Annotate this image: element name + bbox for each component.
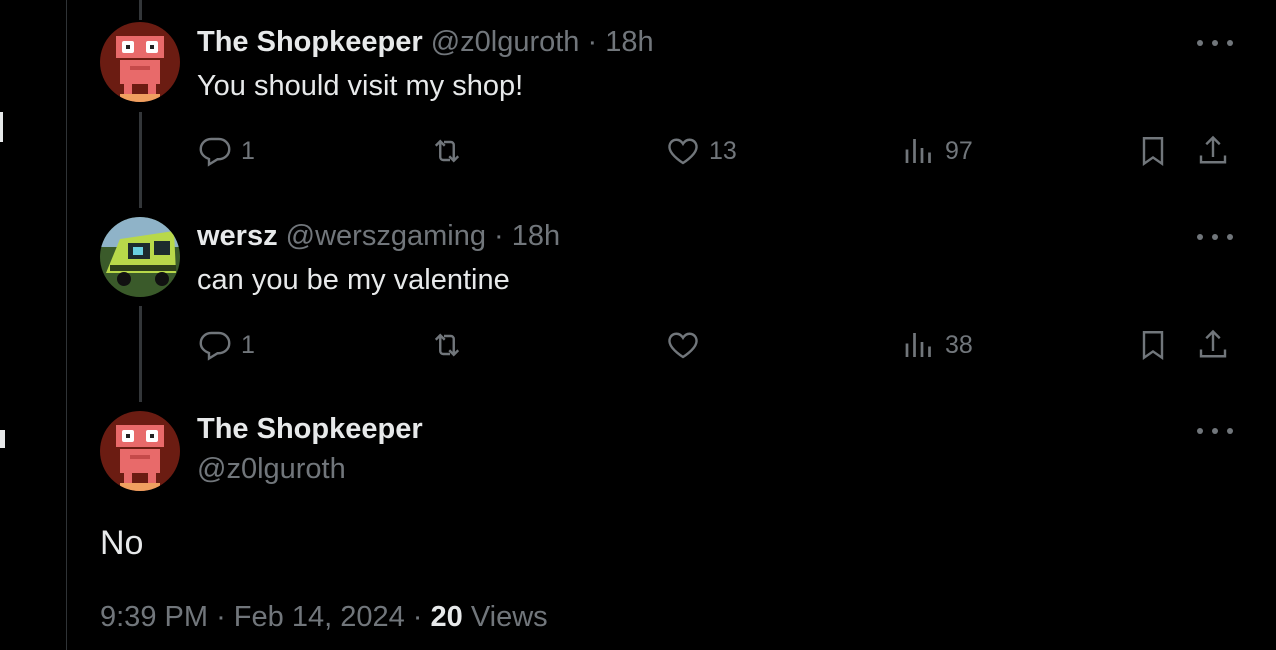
- display-name[interactable]: wersz: [197, 220, 278, 252]
- reply-button[interactable]: 1: [197, 327, 255, 363]
- like-button[interactable]: 13: [665, 133, 737, 169]
- timestamp[interactable]: 18h: [605, 26, 653, 58]
- views-count: 97: [945, 136, 973, 165]
- views-count: 38: [945, 330, 973, 359]
- robot-avatar-icon: [100, 22, 180, 102]
- more-icon[interactable]: [1197, 421, 1233, 441]
- reply-icon: [199, 331, 231, 361]
- separator: ·: [494, 220, 504, 252]
- thread-line: [139, 306, 142, 402]
- display-name[interactable]: The Shopkeeper: [197, 26, 423, 58]
- reply-count: 1: [241, 330, 255, 359]
- left-sidebar-edge: [0, 0, 66, 650]
- display-name[interactable]: The Shopkeeper: [197, 413, 423, 446]
- robot-avatar-icon: [100, 411, 180, 491]
- views-count: 20: [430, 601, 463, 633]
- tweet-text: You should visit my shop!: [197, 70, 524, 102]
- tweet-text: No: [100, 524, 144, 562]
- handle[interactable]: @z0lguroth: [431, 26, 580, 58]
- handle[interactable]: @z0lguroth: [197, 453, 346, 486]
- tweet-header: The Shopkeeper @z0lguroth · 18h: [197, 25, 654, 59]
- tweet-time[interactable]: 9:39 PM: [100, 601, 208, 633]
- tweet-text: can you be my valentine: [197, 264, 510, 296]
- bookmark-icon: [1142, 331, 1164, 361]
- separator: ·: [587, 26, 598, 58]
- more-icon[interactable]: [1197, 227, 1233, 247]
- avatar[interactable]: [100, 411, 180, 491]
- bookmark-button[interactable]: [1135, 133, 1171, 169]
- timestamp[interactable]: 18h: [512, 220, 560, 252]
- share-icon: [1199, 135, 1227, 164]
- avatar[interactable]: [100, 217, 180, 297]
- like-button[interactable]: [665, 327, 701, 363]
- retweet-icon: [434, 139, 460, 163]
- tweet-meta: 9:39 PM · Feb 14, 2024 · 20 Views: [100, 601, 548, 634]
- like-count: 13: [709, 136, 737, 165]
- tweet-header: wersz @werszgaming · 18h: [197, 219, 560, 253]
- bookmark-icon: [1142, 137, 1164, 167]
- tweet-date[interactable]: Feb 14, 2024: [234, 601, 405, 633]
- bookmark-button[interactable]: [1135, 327, 1171, 363]
- heart-icon: [668, 332, 698, 359]
- conversation-timeline: The Shopkeeper @z0lguroth · 18h You shou…: [66, 0, 1276, 650]
- handle[interactable]: @werszgaming: [286, 220, 486, 252]
- views-icon: [905, 139, 931, 163]
- share-icon: [1199, 329, 1227, 358]
- avatar[interactable]: [100, 22, 180, 102]
- thread-line: [139, 112, 142, 208]
- views-button[interactable]: 97: [901, 133, 973, 169]
- reply-button[interactable]: 1: [197, 133, 255, 169]
- reply-count: 1: [241, 136, 255, 165]
- heart-icon: [668, 138, 698, 165]
- separator: ·: [412, 601, 423, 633]
- share-button[interactable]: [1195, 133, 1231, 169]
- share-button[interactable]: [1195, 327, 1231, 363]
- more-icon[interactable]: [1197, 33, 1233, 53]
- thread-line: [139, 0, 142, 20]
- retweet-icon: [434, 333, 460, 357]
- separator: ·: [216, 601, 226, 633]
- views-label: Views: [470, 601, 548, 633]
- retweet-button[interactable]: [429, 133, 465, 169]
- vehicle-avatar-icon: [100, 217, 180, 297]
- reply-icon: [199, 137, 231, 167]
- views-icon: [905, 333, 931, 357]
- retweet-button[interactable]: [429, 327, 465, 363]
- views-button[interactable]: 38: [901, 327, 973, 363]
